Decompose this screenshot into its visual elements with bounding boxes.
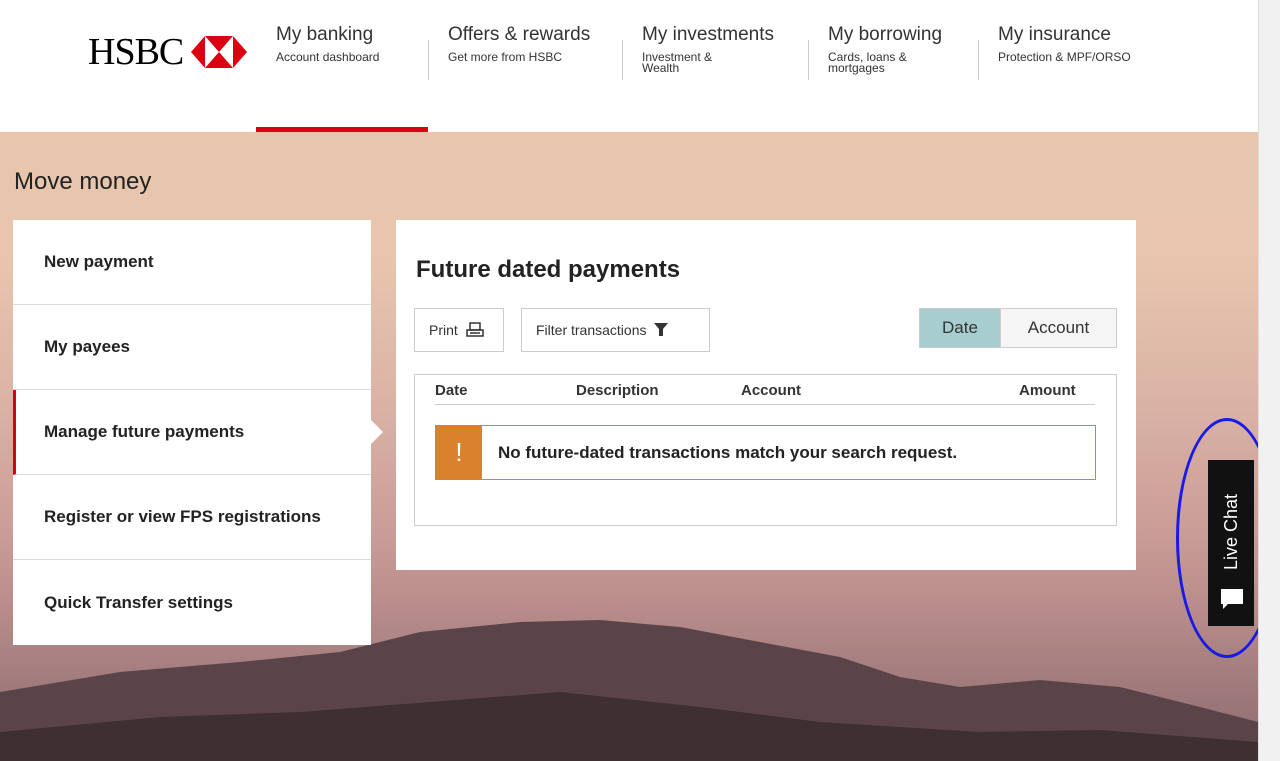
side-item-label: My payees — [44, 337, 130, 356]
side-item-label: New payment — [44, 252, 154, 271]
print-label: Print — [429, 322, 458, 338]
sort-toggle: Date Account — [919, 308, 1117, 348]
nav-divider — [428, 40, 429, 80]
nav-subtitle: Investment & Wealth — [642, 50, 713, 75]
side-item-label: Manage future payments — [44, 422, 245, 441]
nav-offers-rewards[interactable]: Offers & rewards Get more from HSBC — [428, 0, 622, 132]
side-item-manage-future-payments[interactable]: Manage future payments — [13, 390, 383, 475]
hsbc-logo[interactable]: HSBC — [88, 30, 248, 74]
warning-icon: ! — [436, 426, 482, 479]
sort-by-account-button[interactable]: Account — [1001, 308, 1117, 348]
nav-subtitle: Account dashboard — [276, 50, 380, 64]
future-payments-panel: Future dated payments Print Filter trans… — [396, 220, 1136, 570]
side-item-quick-transfer-settings[interactable]: Quick Transfer settings — [13, 560, 371, 645]
nav-my-investments[interactable]: My investments Investment & Wealth — [622, 0, 808, 132]
page-title: Move money — [14, 168, 152, 195]
nav-my-borrowing[interactable]: My borrowing Cards, loans & mortgages — [808, 0, 978, 132]
nav-title: Offers & rewards — [448, 24, 591, 45]
side-item-label: Register or view FPS registrations — [44, 507, 321, 526]
side-item-my-payees[interactable]: My payees — [13, 305, 371, 390]
nav-subtitle: Get more from HSBC — [448, 50, 563, 64]
active-pointer — [371, 420, 383, 444]
nav-my-insurance[interactable]: My insurance Protection & MPF/ORSO — [978, 0, 1168, 132]
printer-icon — [466, 322, 484, 337]
nav-title: My banking — [276, 24, 374, 45]
filter-transactions-button[interactable]: Filter transactions — [521, 308, 710, 352]
nav-title: My borrowing — [828, 24, 943, 45]
nav-subtitle: Cards, loans & mortgages — [828, 50, 907, 75]
alert-message: No future-dated transactions match your … — [498, 442, 958, 462]
nav-title: My insurance — [998, 24, 1111, 45]
table-header: Date Description Account Amount — [415, 375, 1116, 405]
column-header-description[interactable]: Description — [576, 382, 659, 399]
nav-subtitle: Protection & MPF/ORSO — [998, 50, 1131, 64]
nav-divider — [808, 40, 809, 80]
nav-divider — [622, 40, 623, 80]
vertical-scrollbar[interactable] — [1258, 0, 1280, 761]
side-menu: New payment My payees Manage future paym… — [13, 220, 383, 645]
nav-divider — [978, 40, 979, 80]
filter-funnel-icon — [654, 323, 669, 336]
site-header: HSBC My banking Account dashboard Offers… — [0, 0, 1258, 132]
main-nav: My banking Account dashboard Offers & re… — [256, 0, 1168, 132]
filter-label: Filter transactions — [536, 322, 647, 338]
print-button[interactable]: Print — [414, 308, 504, 352]
header-divider — [435, 404, 1095, 405]
side-item-new-payment[interactable]: New payment — [13, 220, 371, 305]
nav-my-banking[interactable]: My banking Account dashboard — [256, 0, 428, 132]
column-header-amount[interactable]: Amount — [1019, 382, 1076, 399]
nav-title: My investments — [642, 24, 774, 45]
side-item-label: Quick Transfer settings — [44, 592, 233, 612]
column-header-date[interactable]: Date — [435, 382, 468, 399]
transactions-table: Date Description Account Amount ! No fut… — [414, 374, 1117, 526]
column-header-account[interactable]: Account — [741, 382, 801, 399]
sort-by-date-button[interactable]: Date — [919, 308, 1001, 348]
hsbc-hexagon-icon — [191, 36, 248, 68]
logo-text: HSBC — [88, 31, 184, 73]
no-results-alert: ! No future-dated transactions match you… — [435, 425, 1096, 480]
panel-title: Future dated payments — [416, 256, 681, 283]
side-item-fps-registrations[interactable]: Register or view FPS registrations — [13, 475, 371, 560]
